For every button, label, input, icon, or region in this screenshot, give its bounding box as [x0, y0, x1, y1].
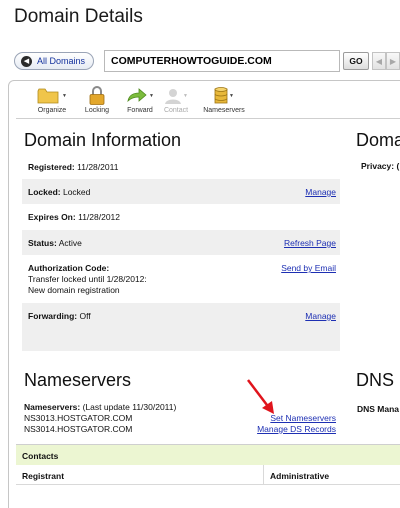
nameservers-updated: (Last update 11/30/2011)	[82, 402, 177, 412]
toolbar-contact[interactable]: ▼ Contact	[154, 86, 198, 114]
all-domains-label: All Domains	[37, 56, 86, 66]
locked-label: Locked:	[28, 187, 61, 197]
forward-arrow-icon	[127, 88, 147, 103]
dns-panel-title-partial: Doma	[356, 130, 400, 150]
nameserver-2: NS3014.HOSTGATOR.COM	[24, 424, 133, 434]
registered-value: 11/28/2011	[77, 162, 119, 172]
chevron-left-icon: ◀	[375, 56, 383, 66]
status-row: Status: Active Refresh Page	[22, 230, 340, 255]
registered-label: Registered:	[28, 162, 75, 172]
all-domains-button[interactable]: ◀ All Domains	[14, 52, 94, 70]
chevron-right-icon: ▶	[389, 56, 397, 66]
status-label: Status:	[28, 238, 57, 248]
toolbar-label: Locking	[84, 107, 110, 114]
set-nameservers-link[interactable]: Set Nameservers	[270, 413, 336, 424]
back-arrow-icon: ◀	[21, 55, 32, 67]
domain-nav-bar: ◀ All Domains GO ◀ ▶	[14, 50, 400, 72]
expires-value: 11/28/2012	[78, 212, 121, 222]
dropdown-caret-icon: ▼	[229, 92, 234, 99]
folder-icon	[37, 88, 59, 104]
page-title: Domain Details	[14, 6, 143, 27]
domain-field[interactable]	[104, 50, 340, 72]
authorization-label: Authorization Code:	[28, 263, 110, 273]
manage-ds-records-link[interactable]: Manage DS Records	[257, 424, 336, 435]
toolbar-divider	[16, 118, 400, 119]
dropdown-caret-icon: ▼	[62, 92, 67, 99]
locked-row: Locked: Locked Manage	[22, 179, 340, 204]
nameservers-title: Nameservers	[24, 370, 132, 390]
locked-value: Locked	[62, 187, 91, 197]
manage-forwarding-link[interactable]: Manage	[305, 311, 336, 321]
contact-icon	[165, 88, 182, 104]
forwarding-row: Forwarding: Off Manage	[22, 303, 340, 351]
nameservers-block: Nameservers: (Last update 11/30/2011) NS…	[22, 402, 340, 438]
toolbar-label: Organize	[37, 107, 67, 114]
lock-icon	[89, 86, 105, 105]
administrative-column-header: Administrative	[270, 471, 330, 481]
registrant-column-header: Registrant	[22, 471, 65, 481]
toolbar-label: Contact	[163, 107, 189, 114]
privacy-label-partial: Privacy: (	[361, 161, 400, 171]
registered-row: Registered: 11/28/2011	[22, 155, 340, 179]
dns-manager-label-partial: DNS Mana	[357, 404, 400, 414]
annotation-arrow	[247, 379, 274, 414]
authorization-note: Transfer locked until 1/28/2012:	[28, 274, 147, 284]
authorization-row: Authorization Code: Transfer locked unti…	[22, 255, 340, 303]
dns-title: DNS	[356, 370, 395, 390]
toolbar-locking[interactable]: Locking	[75, 86, 119, 114]
expires-label: Expires On:	[28, 212, 76, 222]
contacts-section: Contacts Registrant Administrative	[16, 444, 400, 508]
toolbar-label: Nameservers	[203, 107, 245, 114]
forwarding-value: Off	[79, 311, 91, 321]
nameservers-label: Nameservers:	[24, 402, 81, 412]
refresh-page-link[interactable]: Refresh Page	[284, 238, 336, 248]
previous-domain-button[interactable]: ◀	[372, 52, 386, 70]
database-icon	[214, 86, 228, 103]
toolbar-label: Forward	[127, 107, 153, 114]
next-domain-button[interactable]: ▶	[386, 52, 400, 70]
contacts-header-row: Registrant Administrative	[16, 465, 400, 485]
go-button[interactable]: GO	[343, 52, 369, 70]
expires-row: Expires On: 11/28/2012	[22, 204, 340, 230]
toolbar-nameservers[interactable]: ▼ Nameservers	[202, 86, 246, 114]
dropdown-caret-icon: ▼	[183, 92, 188, 99]
send-by-email-link[interactable]: Send by Email	[281, 263, 336, 274]
domain-information-title: Domain Information	[24, 130, 182, 150]
nameserver-1: NS3013.HOSTGATOR.COM	[24, 413, 133, 423]
contacts-title: Contacts	[16, 445, 400, 465]
forwarding-label: Forwarding:	[28, 311, 78, 321]
column-divider	[263, 465, 264, 485]
manage-locking-link[interactable]: Manage	[305, 187, 336, 197]
toolbar-organize[interactable]: ▼ Organize	[30, 86, 74, 114]
authorization-reason: New domain registration	[28, 285, 120, 295]
status-value: Active	[58, 238, 82, 248]
